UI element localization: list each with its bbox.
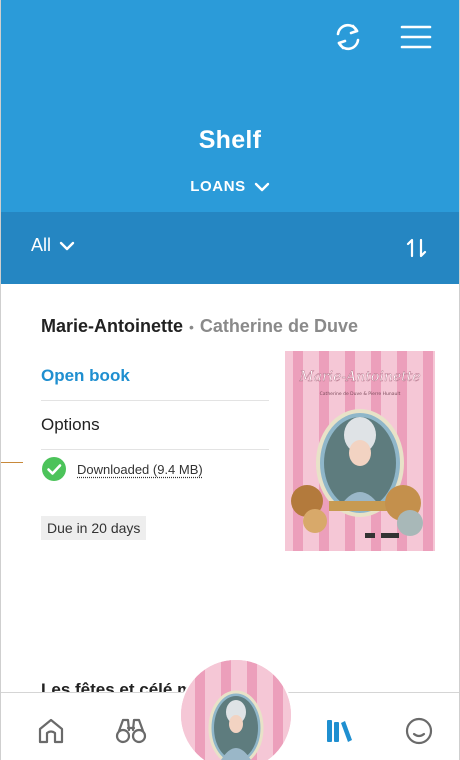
divider xyxy=(41,400,269,401)
chevron-down-icon xyxy=(254,182,269,191)
nav-shelf[interactable] xyxy=(321,713,357,749)
book-author: Catherine de Duve xyxy=(199,316,358,336)
shelf-icon xyxy=(327,720,352,742)
nav-home[interactable] xyxy=(33,713,69,749)
filter-bar: All xyxy=(1,212,459,284)
menu-button[interactable] xyxy=(397,18,435,56)
title-separator: • xyxy=(189,319,194,335)
download-status-label: Downloaded (9.4 MB) xyxy=(77,461,203,477)
loan-list: Marie-Antoinette • Catherine de Duve Open … xyxy=(1,284,459,684)
loans-dropdown[interactable]: LOANS xyxy=(1,178,459,195)
chevron-down-icon xyxy=(59,241,75,250)
cover-image: Marie-Antoinette Catherine de Duve & Pie… xyxy=(285,351,435,551)
side-marker xyxy=(1,462,23,463)
filter-dropdown[interactable]: All xyxy=(31,235,75,256)
loans-label: LOANS xyxy=(190,178,246,195)
due-badge: Due in 20 days xyxy=(41,516,147,540)
book-title: Marie-Antoinette xyxy=(41,316,184,336)
book-heading: Marie-Antoinette • Catherine de Duve xyxy=(41,316,358,337)
current-book-button[interactable] xyxy=(181,660,291,760)
filter-label: All xyxy=(31,235,52,255)
binoculars-icon xyxy=(115,718,147,744)
app-screen: Shelf LOANS All Marie-Antoinette • Catheri… xyxy=(0,0,460,760)
header: Shelf LOANS xyxy=(1,0,459,212)
sync-button[interactable] xyxy=(329,18,367,56)
options-button[interactable]: Options xyxy=(41,415,100,435)
home-icon xyxy=(38,718,64,744)
check-circle-icon xyxy=(42,457,66,481)
page-title: Shelf xyxy=(198,126,262,154)
open-book-link[interactable]: Open book xyxy=(41,366,130,386)
divider xyxy=(41,449,269,450)
current-book-cover xyxy=(181,660,291,760)
sync-icon xyxy=(336,23,360,51)
nav-profile[interactable] xyxy=(401,713,437,749)
sort-icon xyxy=(406,238,427,258)
header-actions xyxy=(329,18,435,56)
cover-title: Marie-Antoinette xyxy=(298,369,420,385)
book-cover[interactable]: Marie-Antoinette Catherine de Duve & Pie… xyxy=(285,351,435,551)
menu-icon xyxy=(400,25,432,49)
smiley-icon xyxy=(405,717,433,745)
download-status[interactable]: Downloaded (9.4 MB) xyxy=(41,456,203,482)
nav-explore[interactable] xyxy=(113,713,149,749)
cover-subtitle: Catherine de Duve & Pierre Hunault xyxy=(320,391,401,397)
sort-button[interactable] xyxy=(401,232,433,264)
